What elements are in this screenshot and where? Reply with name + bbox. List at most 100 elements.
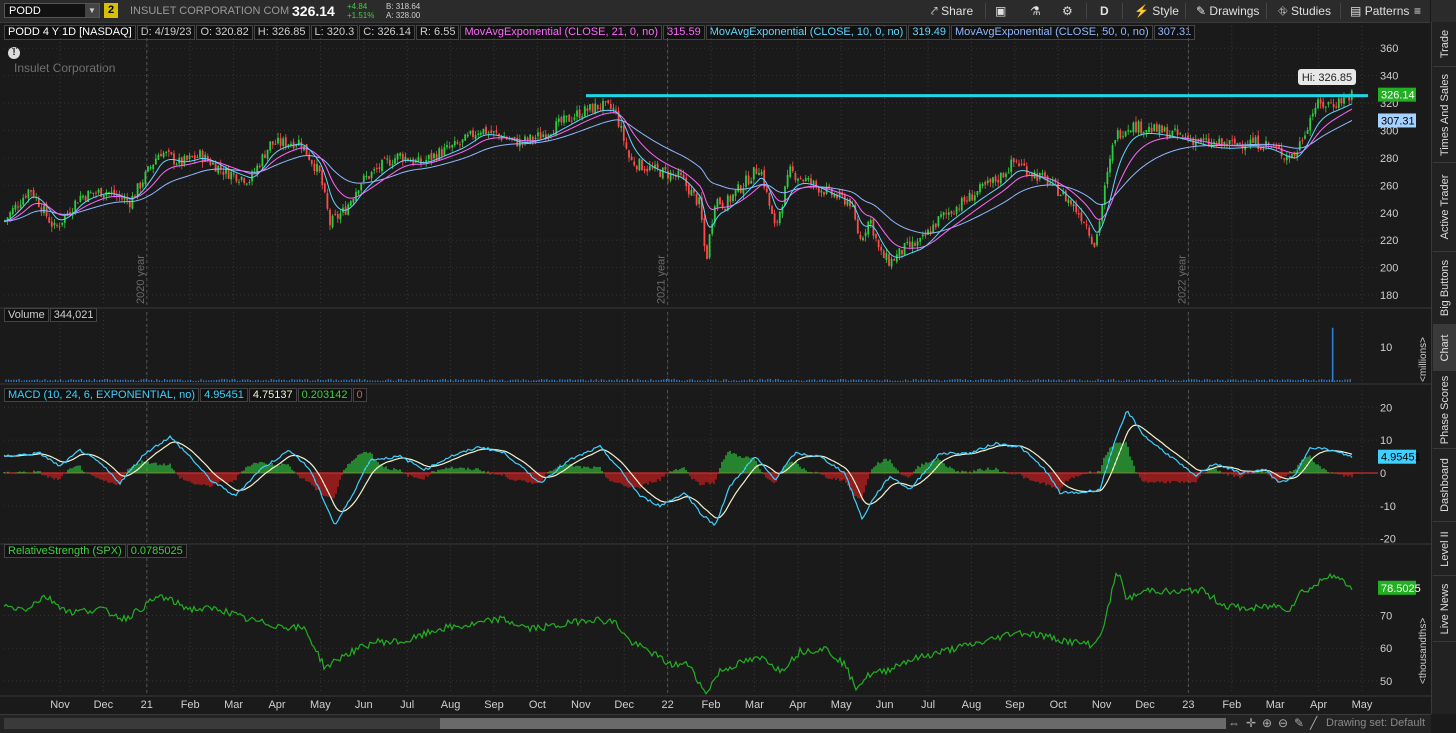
time-axis: Nov Dec 21 Feb Mar Apr May Jun Jul Aug Sep Oct Nov De… — [50, 699, 1373, 711]
price-tick-label: 220 — [1380, 235, 1398, 247]
bid-value: B: 318.64 — [386, 2, 421, 11]
candle-body — [1106, 171, 1109, 184]
line-tool-icon[interactable]: ╱ — [1310, 716, 1317, 730]
candle-body — [576, 110, 578, 117]
macd-title[interactable]: MACD (10, 24, 6, EXPONENTIAL, no) — [4, 388, 200, 402]
drawing-set-label[interactable]: Drawing set: Default — [1326, 717, 1425, 729]
candle-body — [612, 107, 615, 110]
candle-body — [531, 136, 534, 141]
patterns-button[interactable]: ▤ Patterns — [1350, 4, 1409, 18]
sidebar-tab-live-news[interactable]: Live News — [1433, 576, 1456, 642]
expand-icon[interactable]: ⇔ — [1228, 716, 1240, 730]
link-group-badge[interactable]: 2 — [104, 3, 118, 18]
studies-button[interactable]: ⛗ Studies — [1278, 4, 1331, 19]
candle-body — [440, 149, 443, 157]
candle-body — [40, 207, 43, 213]
candle-body — [121, 198, 123, 200]
candle-body — [706, 245, 708, 259]
candle-body — [719, 197, 721, 205]
drawing-tool-icon[interactable]: ✎ — [1294, 716, 1304, 730]
candle-body — [95, 192, 97, 194]
candle-body — [355, 191, 357, 201]
candle-body — [1340, 98, 1343, 104]
time-tick-label: Jul — [921, 699, 935, 711]
candle-body — [1228, 140, 1231, 145]
candle-body — [37, 198, 40, 208]
scrollbar-thumb[interactable] — [440, 718, 1226, 729]
candle-body — [989, 178, 992, 183]
candle-body — [1291, 153, 1293, 157]
price-tick-label: 180 — [1380, 290, 1398, 302]
symbol-dropdown-icon[interactable]: ▼ — [85, 4, 99, 17]
time-scrollbar[interactable] — [4, 718, 1226, 729]
chart-canvas[interactable]: 2020 year 2021 year 2022 year Hi: 326.85 1… — [0, 22, 1431, 714]
flask-icon[interactable]: ⚗ — [1030, 4, 1041, 18]
volume-value: 344,021 — [49, 308, 98, 322]
sidebar-tab-phase-scores[interactable]: Phase Scores — [1433, 371, 1456, 449]
candle-body — [1254, 137, 1257, 144]
sidebar-tab-times-and-sales[interactable]: Times And Sales — [1433, 67, 1456, 163]
candle-body — [1088, 227, 1091, 236]
menu-icon[interactable]: ≡ — [1414, 4, 1421, 18]
candle-body — [823, 192, 825, 195]
candle-body — [794, 173, 797, 180]
candle-body — [102, 194, 105, 198]
candle-body — [1306, 130, 1309, 134]
candle-body — [339, 213, 342, 220]
candle-body — [1181, 135, 1184, 137]
drawings-button[interactable]: ✎ Drawings — [1196, 4, 1259, 18]
aggregation-button[interactable]: D — [1100, 4, 1109, 18]
candle-body — [622, 125, 625, 141]
gear-icon[interactable]: ⚙ — [1062, 4, 1073, 18]
candle-body — [1166, 127, 1169, 139]
candle-body — [1176, 129, 1179, 135]
sidebar-tab-trade[interactable]: Trade — [1433, 22, 1456, 67]
candle-body — [1252, 137, 1254, 143]
candle-body — [755, 168, 758, 175]
candle-body — [843, 195, 846, 205]
crosshair-icon[interactable]: ✛ — [1246, 716, 1256, 730]
macd-tick-label: -20 — [1380, 534, 1396, 546]
symbol-input[interactable]: PODD ▼ — [4, 3, 100, 18]
time-tick-label: Apr — [1310, 699, 1327, 711]
year-separators: 2020 year 2021 year 2022 year — [135, 26, 1189, 694]
share-label: Share — [941, 4, 974, 18]
sidebar-tab-chart[interactable]: Chart — [1433, 325, 1456, 371]
candle-body — [243, 178, 246, 184]
sidebar-tab-active-trader[interactable]: Active Trader — [1433, 163, 1456, 252]
resistance-line[interactable]: Hi: 326.85 — [586, 69, 1368, 98]
macd-tick-label: 10 — [1380, 435, 1392, 447]
zoom-in-icon[interactable]: ⊕ — [1262, 716, 1272, 730]
style-button[interactable]: ⚡ Style — [1134, 4, 1179, 18]
candle-body — [235, 174, 238, 182]
macd-tick-label: 20 — [1380, 402, 1392, 414]
time-tick-label: Nov — [571, 699, 591, 711]
candle-body — [791, 166, 794, 172]
candle-body — [976, 191, 979, 196]
snapshot-icon[interactable]: ▣ — [995, 4, 1006, 18]
candle-body — [214, 162, 217, 172]
share-button[interactable]: ⤤ Share — [931, 4, 973, 19]
candle-body — [144, 171, 147, 184]
time-tick-label: Mar — [745, 699, 764, 711]
zoom-out-icon[interactable]: ⊖ — [1278, 716, 1288, 730]
sidebar-tab-level-ii[interactable]: Level II — [1433, 522, 1456, 576]
candle-body — [430, 153, 433, 160]
candle-body — [716, 199, 719, 208]
candle-body — [734, 190, 737, 197]
volume-title[interactable]: Volume — [4, 308, 49, 322]
sidebar-tab-dashboard[interactable]: Dashboard — [1433, 449, 1456, 522]
candle-body — [1072, 204, 1075, 207]
candle-body — [1330, 102, 1332, 104]
candle-body — [1311, 113, 1314, 117]
candle-body — [9, 212, 12, 218]
candle-body — [903, 242, 906, 255]
drawings-label: Drawings — [1209, 4, 1260, 18]
time-tick-label: Nov — [1092, 699, 1112, 711]
candle-body — [1319, 99, 1322, 104]
time-tick-label: Mar — [1266, 699, 1285, 711]
candle-body — [885, 253, 888, 260]
candle-body — [154, 158, 157, 165]
rs-title[interactable]: RelativeStrength (SPX) — [4, 544, 126, 558]
sidebar-tab-big-buttons[interactable]: Big Buttons — [1433, 252, 1456, 325]
